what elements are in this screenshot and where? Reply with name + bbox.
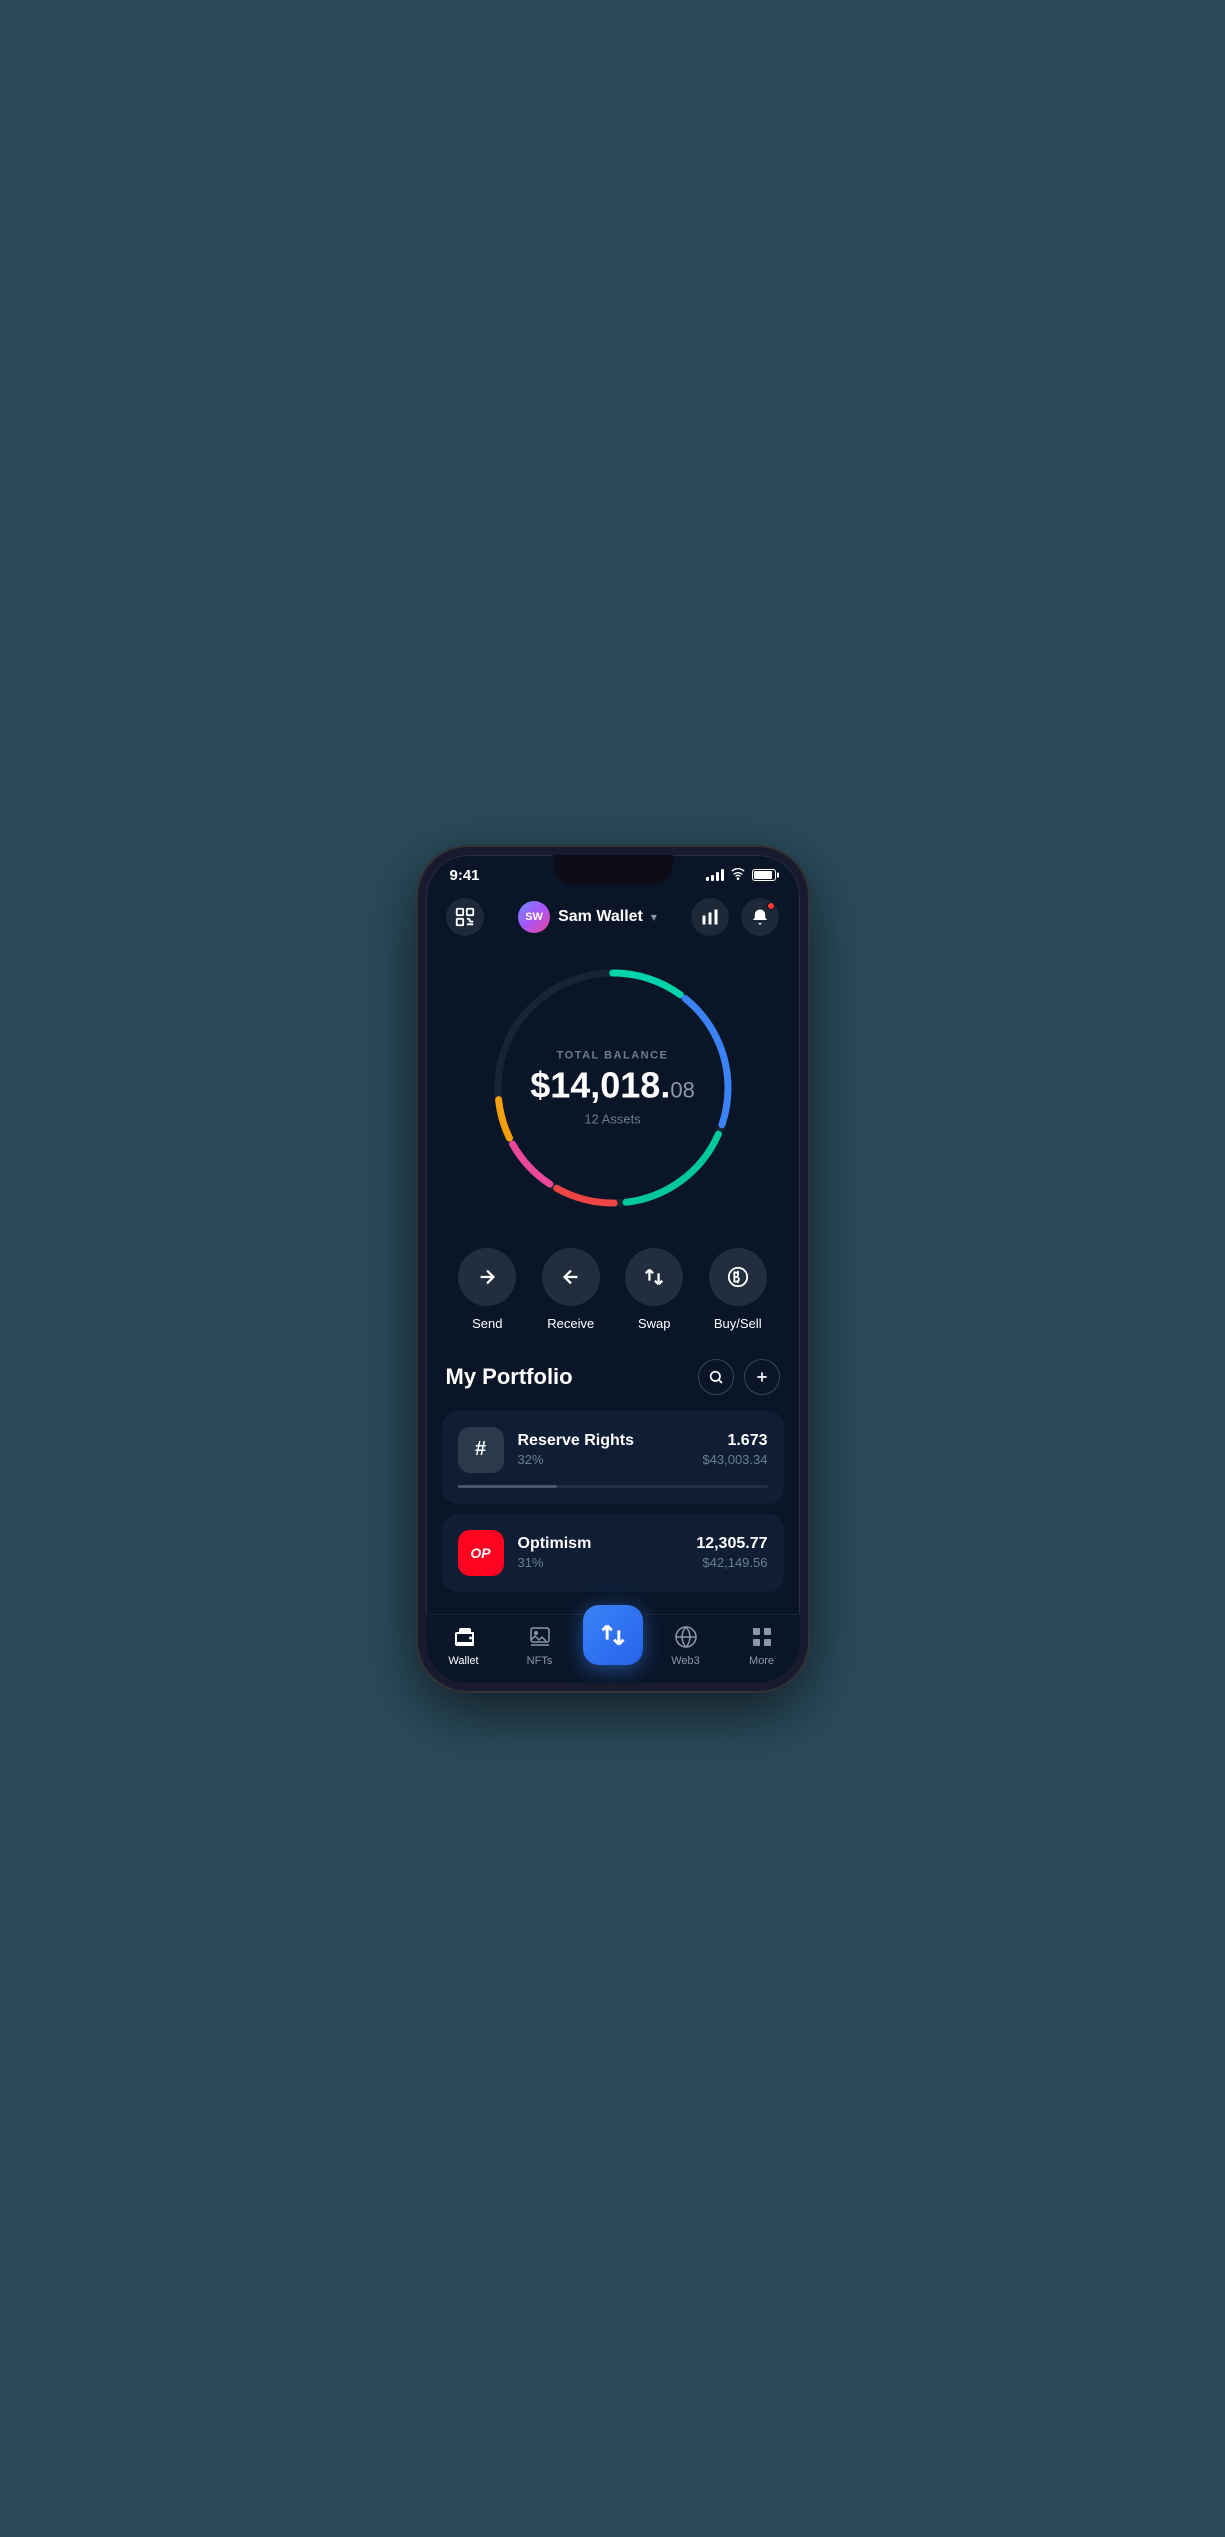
asset-usd-op: $42,149.56 bbox=[696, 1555, 767, 1570]
balance-label: TOTAL BALANCE bbox=[523, 1049, 703, 1061]
wallet-icon bbox=[450, 1623, 478, 1651]
status-time: 9:41 bbox=[450, 867, 480, 884]
asset-row-rsr: # Reserve Rights 32% 1.673 $43,003.34 bbox=[458, 1427, 768, 1473]
asset-icon-rsr: # bbox=[458, 1427, 504, 1473]
account-name: Sam Wallet bbox=[558, 908, 643, 926]
receive-action[interactable]: Receive bbox=[542, 1248, 600, 1331]
asset-row-op: OP Optimism 31% 12,305.77 $42,149.56 bbox=[458, 1530, 768, 1576]
asset-amount-op: 12,305.77 bbox=[696, 1535, 767, 1553]
nav-item-center[interactable] bbox=[578, 1625, 648, 1665]
phone-frame: 9:41 bbox=[418, 847, 808, 1691]
asset-pct-op: 31% bbox=[518, 1555, 683, 1570]
center-action-button[interactable] bbox=[583, 1605, 643, 1665]
asset-usd-rsr: $43,003.34 bbox=[702, 1452, 767, 1467]
receive-label: Receive bbox=[547, 1316, 594, 1331]
header-right-actions bbox=[691, 898, 779, 936]
notifications-button[interactable] bbox=[741, 898, 779, 936]
status-icons bbox=[706, 868, 776, 883]
wifi-icon bbox=[730, 868, 746, 883]
swap-button[interactable] bbox=[625, 1248, 683, 1306]
balance-info: TOTAL BALANCE $14,018.08 12 Assets bbox=[523, 1049, 703, 1126]
nfts-nav-label: NFTs bbox=[527, 1655, 553, 1667]
nfts-icon bbox=[526, 1623, 554, 1651]
asset-icon-op: OP bbox=[458, 1530, 504, 1576]
balance-ring: TOTAL BALANCE $14,018.08 12 Assets bbox=[483, 958, 743, 1218]
web3-icon bbox=[672, 1623, 700, 1651]
more-icon bbox=[748, 1623, 776, 1651]
web3-nav-label: Web3 bbox=[671, 1655, 700, 1667]
balance-cents: 08 bbox=[670, 1077, 694, 1102]
buysell-button[interactable] bbox=[709, 1248, 767, 1306]
swap-label: Swap bbox=[638, 1316, 671, 1331]
chevron-down-icon: ▾ bbox=[651, 910, 657, 924]
asset-info-op: Optimism 31% bbox=[518, 1535, 683, 1570]
more-nav-label: More bbox=[749, 1655, 774, 1667]
asset-pct-rsr: 32% bbox=[518, 1452, 689, 1467]
scan-button[interactable] bbox=[446, 898, 484, 936]
nav-item-more[interactable]: More bbox=[724, 1623, 800, 1667]
asset-info-rsr: Reserve Rights 32% bbox=[518, 1432, 689, 1467]
portfolio-section: My Portfolio # bbox=[426, 1351, 800, 1614]
nav-item-wallet[interactable]: Wallet bbox=[426, 1623, 502, 1667]
search-button[interactable] bbox=[698, 1359, 734, 1395]
avatar: SW bbox=[518, 901, 550, 933]
portfolio-actions bbox=[698, 1359, 780, 1395]
nav-items: Wallet NFTs bbox=[426, 1623, 800, 1667]
add-asset-button[interactable] bbox=[744, 1359, 780, 1395]
asset-amount-rsr: 1.673 bbox=[702, 1432, 767, 1450]
buysell-action[interactable]: Buy/Sell bbox=[709, 1248, 767, 1331]
send-button[interactable] bbox=[458, 1248, 516, 1306]
asset-card-rsr[interactable]: # Reserve Rights 32% 1.673 $43,003.34 bbox=[442, 1411, 784, 1504]
asset-values-rsr: 1.673 $43,003.34 bbox=[702, 1432, 767, 1467]
nav-item-web3[interactable]: Web3 bbox=[648, 1623, 724, 1667]
nav-item-nfts[interactable]: NFTs bbox=[502, 1623, 578, 1667]
app-header: SW Sam Wallet ▾ bbox=[426, 890, 800, 948]
asset-name-rsr: Reserve Rights bbox=[518, 1432, 689, 1450]
asset-bar-rsr bbox=[458, 1485, 768, 1488]
bottom-nav: Wallet NFTs bbox=[426, 1614, 800, 1683]
balance-assets: 12 Assets bbox=[523, 1111, 703, 1126]
portfolio-header: My Portfolio bbox=[442, 1351, 784, 1411]
notification-badge bbox=[767, 902, 775, 910]
portfolio-title: My Portfolio bbox=[446, 1364, 573, 1390]
send-action[interactable]: Send bbox=[458, 1248, 516, 1331]
send-label: Send bbox=[472, 1316, 502, 1331]
battery-icon bbox=[752, 869, 776, 881]
balance-section: TOTAL BALANCE $14,018.08 12 Assets bbox=[426, 948, 800, 1238]
wallet-nav-label: Wallet bbox=[448, 1655, 478, 1667]
signal-bars-icon bbox=[706, 869, 724, 881]
action-buttons: Send Receive Swap bbox=[426, 1238, 800, 1351]
buysell-label: Buy/Sell bbox=[714, 1316, 762, 1331]
swap-action[interactable]: Swap bbox=[625, 1248, 683, 1331]
stats-button[interactable] bbox=[691, 898, 729, 936]
receive-button[interactable] bbox=[542, 1248, 600, 1306]
notch bbox=[553, 855, 673, 885]
asset-card-op[interactable]: OP Optimism 31% 12,305.77 $42,149.56 bbox=[442, 1514, 784, 1592]
account-selector[interactable]: SW Sam Wallet ▾ bbox=[518, 901, 657, 933]
balance-amount: $14,018.08 bbox=[523, 1067, 703, 1103]
asset-name-op: Optimism bbox=[518, 1535, 683, 1553]
asset-values-op: 12,305.77 $42,149.56 bbox=[696, 1535, 767, 1570]
